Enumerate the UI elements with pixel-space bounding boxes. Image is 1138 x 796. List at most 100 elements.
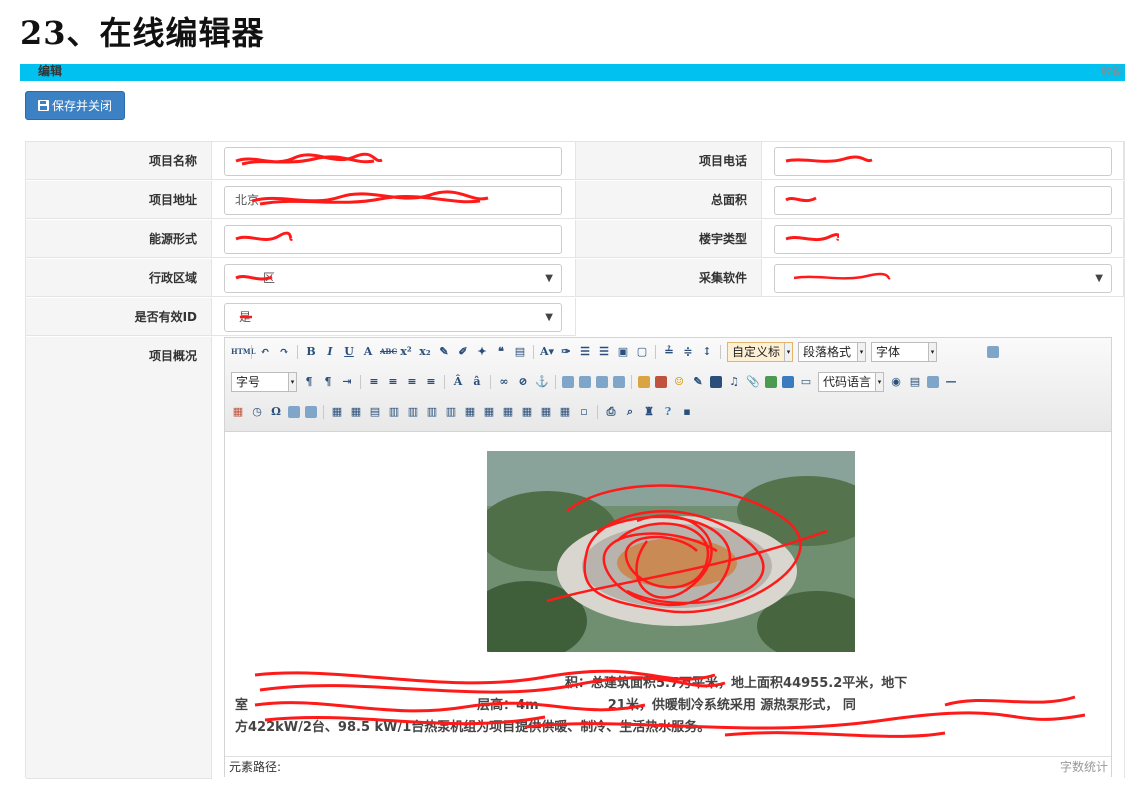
help-icon[interactable]: ? bbox=[661, 405, 675, 419]
rtl-direction-icon[interactable]: ¶ bbox=[321, 375, 335, 389]
select-all-icon[interactable]: ▣ bbox=[616, 345, 630, 359]
align-justify-icon[interactable]: ≡ bbox=[424, 375, 438, 389]
toolbar-row-2: 字号 ▾ ¶ ¶ ⇥ ≡ ≡ ≡ ≡ Â â ∞ ⊘ ⚓ ☺ ✎ ♫ 📎 ▭ 代… bbox=[231, 372, 958, 392]
anchor-icon[interactable]: ⚓ bbox=[535, 375, 549, 389]
attachment-icon[interactable]: 📎 bbox=[746, 375, 760, 389]
autotypeset-icon[interactable]: ✦ bbox=[475, 345, 489, 359]
redaction-scribble bbox=[240, 315, 252, 319]
music-icon[interactable]: ♫ bbox=[727, 375, 741, 389]
simple-upload-icon[interactable] bbox=[638, 376, 650, 388]
delete-col-icon[interactable]: ▥ bbox=[444, 405, 458, 419]
insert-col-icon[interactable]: ▥ bbox=[425, 405, 439, 419]
valid-id-select[interactable]: 是 ▼ bbox=[224, 303, 562, 332]
align-left-icon[interactable]: ≡ bbox=[367, 375, 381, 389]
custom-title-select[interactable]: 自定义标 ▾ bbox=[727, 342, 793, 362]
insert-image-icon[interactable] bbox=[655, 376, 667, 388]
image-left-icon[interactable] bbox=[579, 376, 591, 388]
redaction-scribble bbox=[785, 196, 817, 203]
time-icon[interactable]: ◷ bbox=[250, 405, 264, 419]
insert-table-icon[interactable]: ▦ bbox=[330, 405, 344, 419]
blockquote-icon[interactable]: ❝ bbox=[494, 345, 508, 359]
redo-icon[interactable]: ↷ bbox=[277, 345, 291, 359]
label-district: 行政区域 bbox=[26, 259, 212, 297]
indent-icon[interactable]: ⇥ bbox=[340, 375, 354, 389]
date-icon[interactable]: ▦ bbox=[231, 405, 245, 419]
editor-content[interactable]: 积：总建筑面积5.7万平米，地上面积44955.2平米，地下 室 层高：4m 2… bbox=[225, 433, 1111, 756]
unordered-list-icon[interactable]: ☰ bbox=[597, 345, 611, 359]
align-right-icon[interactable]: ≡ bbox=[405, 375, 419, 389]
background-color-icon[interactable]: ✑ bbox=[559, 345, 573, 359]
split-to-rows-icon[interactable]: ▦ bbox=[539, 405, 553, 419]
chevron-down-icon: ▾ bbox=[288, 373, 296, 391]
italic-icon[interactable]: I bbox=[323, 345, 337, 359]
format-painter-icon[interactable]: ✐ bbox=[456, 345, 470, 359]
horizontal-rule-icon[interactable]: — bbox=[944, 375, 958, 389]
bold-icon[interactable]: B bbox=[304, 345, 318, 359]
fullscreen-icon[interactable] bbox=[987, 346, 999, 358]
paste-plain-icon[interactable]: ▤ bbox=[513, 345, 527, 359]
html-source-icon[interactable]: HTML bbox=[231, 345, 256, 359]
image-right-icon[interactable] bbox=[596, 376, 608, 388]
page-break-icon[interactable]: ◉ bbox=[889, 375, 903, 389]
map-icon[interactable] bbox=[765, 376, 777, 388]
insert-paragraph-before-table-icon[interactable]: ▤ bbox=[368, 405, 382, 419]
lowercase-icon[interactable]: â bbox=[470, 375, 484, 389]
merge-down-icon[interactable]: ▦ bbox=[501, 405, 515, 419]
special-chars-icon[interactable]: Ω bbox=[269, 405, 283, 419]
image-none-icon[interactable] bbox=[562, 376, 574, 388]
align-center-icon[interactable]: ≡ bbox=[386, 375, 400, 389]
code-language-select[interactable]: 代码语言 ▾ bbox=[818, 372, 884, 392]
merge-cells-icon[interactable]: ▦ bbox=[463, 405, 477, 419]
undo-icon[interactable]: ↶ bbox=[258, 345, 272, 359]
background-icon[interactable] bbox=[927, 376, 939, 388]
redaction-scribble bbox=[235, 275, 273, 281]
underline-icon[interactable]: U bbox=[342, 345, 356, 359]
subscript-icon[interactable]: x₂ bbox=[418, 345, 432, 359]
image-center-icon[interactable] bbox=[613, 376, 625, 388]
eraser-icon[interactable]: ✎ bbox=[437, 345, 451, 359]
district-select[interactable]: 区 ▼ bbox=[224, 264, 562, 293]
font-border-icon[interactable]: A bbox=[361, 345, 375, 359]
aerial-building-image bbox=[487, 451, 855, 652]
split-to-cells-icon[interactable]: ▦ bbox=[520, 405, 534, 419]
superscript-icon[interactable]: x² bbox=[399, 345, 413, 359]
scrawl-icon[interactable]: ✎ bbox=[691, 375, 705, 389]
row-spacing-top-icon[interactable]: ≟ bbox=[662, 345, 676, 359]
insert-row-icon[interactable]: ▥ bbox=[387, 405, 401, 419]
find-icon[interactable]: ♜ bbox=[642, 405, 656, 419]
preview-icon[interactable]: ⌕ bbox=[623, 405, 637, 419]
save-and-close-button[interactable]: 保存并关闭 bbox=[25, 91, 125, 120]
merge-right-icon[interactable]: ▦ bbox=[482, 405, 496, 419]
template-icon[interactable]: ▤ bbox=[908, 375, 922, 389]
row-spacing-bottom-icon[interactable]: ≑ bbox=[681, 345, 695, 359]
font-size-select[interactable]: 字号 ▾ bbox=[231, 372, 297, 392]
delete-table-icon[interactable]: ▦ bbox=[349, 405, 363, 419]
paragraph-format-select[interactable]: 段落格式 ▾ bbox=[798, 342, 866, 362]
ltr-direction-icon[interactable]: ¶ bbox=[302, 375, 316, 389]
font-family-select[interactable]: 字体 ▾ bbox=[871, 342, 937, 362]
wordimage-icon[interactable] bbox=[288, 406, 300, 418]
unlink-icon[interactable]: ⊘ bbox=[516, 375, 530, 389]
insert-video-icon[interactable] bbox=[710, 376, 722, 388]
drafts-icon[interactable]: ▪ bbox=[680, 405, 694, 419]
ordered-list-icon[interactable]: ☰ bbox=[578, 345, 592, 359]
total-area-input[interactable] bbox=[774, 186, 1112, 215]
gmap-icon[interactable] bbox=[782, 376, 794, 388]
print-icon[interactable]: ⎙ bbox=[604, 405, 618, 419]
insert-frame-icon[interactable]: ▭ bbox=[799, 375, 813, 389]
emotion-icon[interactable]: ☺ bbox=[672, 375, 686, 389]
uppercase-icon[interactable]: Â bbox=[451, 375, 465, 389]
project-photo bbox=[487, 451, 855, 652]
search-replace-icon[interactable] bbox=[305, 406, 317, 418]
line-height-icon[interactable]: ↕ bbox=[700, 345, 714, 359]
link-icon[interactable]: ∞ bbox=[497, 375, 511, 389]
split-to-cols-icon[interactable]: ▦ bbox=[558, 405, 572, 419]
font-color-icon[interactable]: A▾ bbox=[540, 345, 554, 359]
clear-doc-icon[interactable]: ▢ bbox=[635, 345, 649, 359]
collapse-link[interactable]: 收缩 bbox=[1101, 65, 1123, 79]
strikethrough-icon[interactable]: ABC bbox=[380, 345, 397, 359]
delete-row-icon[interactable]: ▥ bbox=[406, 405, 420, 419]
charts-icon[interactable]: ▫ bbox=[577, 405, 591, 419]
cell-energy-form bbox=[212, 220, 576, 258]
toolbar-row-3: ▦ ◷ Ω ▦ ▦ ▤ ▥ ▥ ▥ ▥ ▦ ▦ ▦ ▦ ▦ ▦ ▫ ⎙ ⌕ ♜ … bbox=[231, 402, 694, 422]
